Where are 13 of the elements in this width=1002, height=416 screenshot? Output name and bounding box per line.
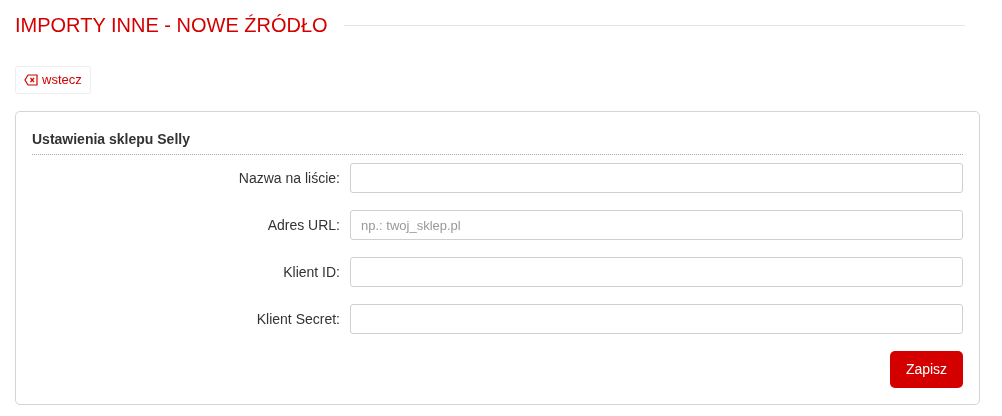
panel-title: Ustawienia sklepu Selly	[32, 129, 963, 155]
page-title: IMPORTY INNE - NOWE ŹRÓDŁO	[15, 13, 328, 38]
input-field[interactable]	[350, 257, 963, 287]
backspace-icon	[24, 74, 38, 86]
field-label: Adres URL:	[266, 215, 340, 235]
back-button[interactable]: wstecz	[15, 66, 91, 94]
input-field[interactable]	[350, 163, 963, 193]
input-field[interactable]: np.: twoj_sklep.pl	[350, 210, 963, 240]
field-label: Nazwa na liście:	[237, 168, 340, 188]
save-button[interactable]: Zapisz	[890, 351, 963, 388]
field-label: Klient Secret:	[255, 309, 340, 329]
field-label: Klient ID:	[282, 262, 340, 282]
input-field[interactable]	[350, 304, 963, 334]
